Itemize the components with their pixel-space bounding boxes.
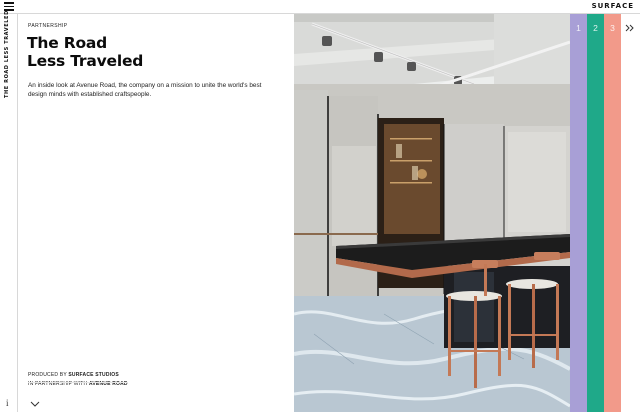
vertical-article-title: THE ROAD LESS TRAVELED <box>4 10 10 98</box>
tab-2[interactable]: 2 <box>587 14 604 412</box>
next-chapter-button[interactable] <box>621 14 640 412</box>
info-icon[interactable]: i <box>6 398 9 408</box>
tab-1[interactable]: 1 <box>570 14 587 412</box>
left-rail: THE ROAD LESS TRAVELED i <box>0 10 18 412</box>
tab-3-number: 3 <box>610 23 615 33</box>
section-label: PARTNERSHIP <box>28 23 68 29</box>
article-text-column: PARTNERSHIP The Road Less Traveled An in… <box>19 14 294 412</box>
produced-by-prefix: PRODUCED BY <box>28 372 69 378</box>
top-bar: SURFACE <box>0 0 640 14</box>
headline-line-1: The Road <box>27 34 108 52</box>
article-dek: An inside look at Avenue Road, the compa… <box>28 82 262 98</box>
tab-1-number: 1 <box>576 23 581 33</box>
produced-by-line: PRODUCED BY SURFACE STUDIOS <box>28 371 128 380</box>
tab-2-number: 2 <box>593 23 598 33</box>
studio-name: SURFACE STUDIOS <box>68 372 119 378</box>
chevron-down-icon[interactable] <box>30 395 40 407</box>
hero-image <box>294 14 570 412</box>
article-headline: The Road Less Traveled <box>27 34 143 70</box>
headline-line-2: Less Traveled <box>27 52 144 70</box>
credit-divider <box>28 382 128 383</box>
credit-block: PRODUCED BY SURFACE STUDIOS IN PARTNERSH… <box>28 371 128 389</box>
brand-logo[interactable]: SURFACE <box>592 2 634 10</box>
double-chevron-right-icon <box>625 24 634 32</box>
tab-3[interactable]: 3 <box>604 14 621 412</box>
